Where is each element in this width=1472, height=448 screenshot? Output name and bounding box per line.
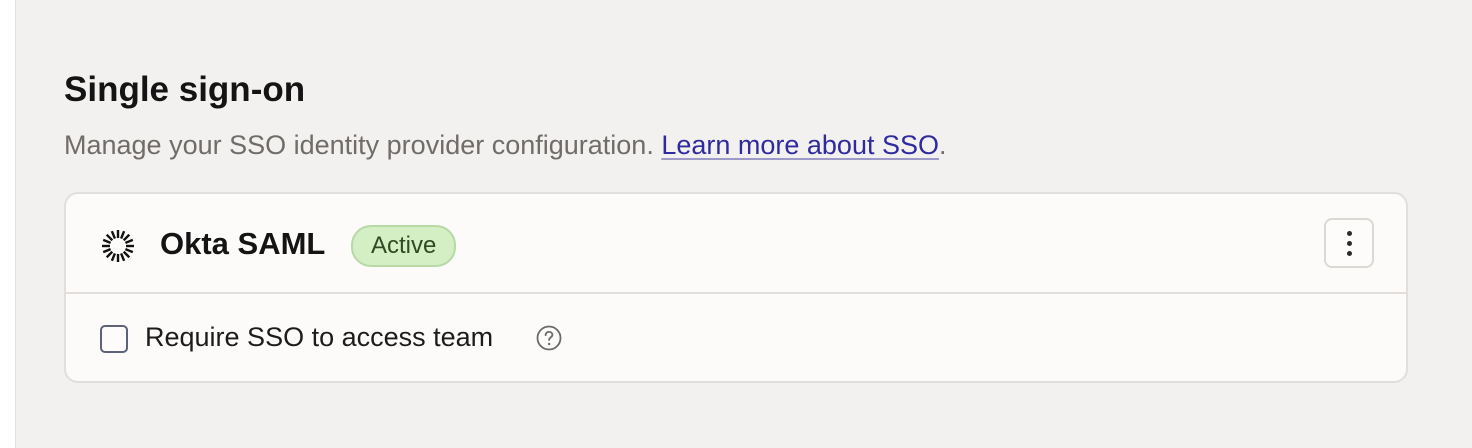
learn-more-link[interactable]: Learn more about SSO (661, 130, 939, 160)
more-vertical-icon-dot (1346, 240, 1352, 246)
require-sso-checkbox[interactable] (100, 325, 128, 353)
more-vertical-icon-dot (1346, 250, 1352, 256)
more-options-button[interactable] (1324, 218, 1374, 268)
sso-provider-card: Okta SAML Active Require SSO to access t… (64, 192, 1408, 383)
section-title: Single sign-on (64, 70, 306, 109)
sso-section: Single sign-on Manage your SSO identity … (64, 68, 1408, 162)
more-vertical-icon-dot (1346, 230, 1352, 236)
description-text: Manage your SSO identity provider config… (64, 130, 662, 160)
require-sso-label[interactable]: Require SSO to access team (145, 320, 493, 354)
question-circle-icon[interactable] (536, 325, 562, 351)
status-badge: Active (351, 225, 457, 267)
provider-header: Okta SAML Active (66, 194, 1406, 294)
provider-name: Okta SAML (160, 226, 326, 261)
provider-options: Require SSO to access team (66, 294, 1406, 381)
description-period: . (939, 130, 947, 160)
left-sidebar-edge (0, 0, 16, 448)
section-description: Manage your SSO identity provider config… (64, 128, 1408, 162)
okta-logo-icon (102, 230, 134, 262)
